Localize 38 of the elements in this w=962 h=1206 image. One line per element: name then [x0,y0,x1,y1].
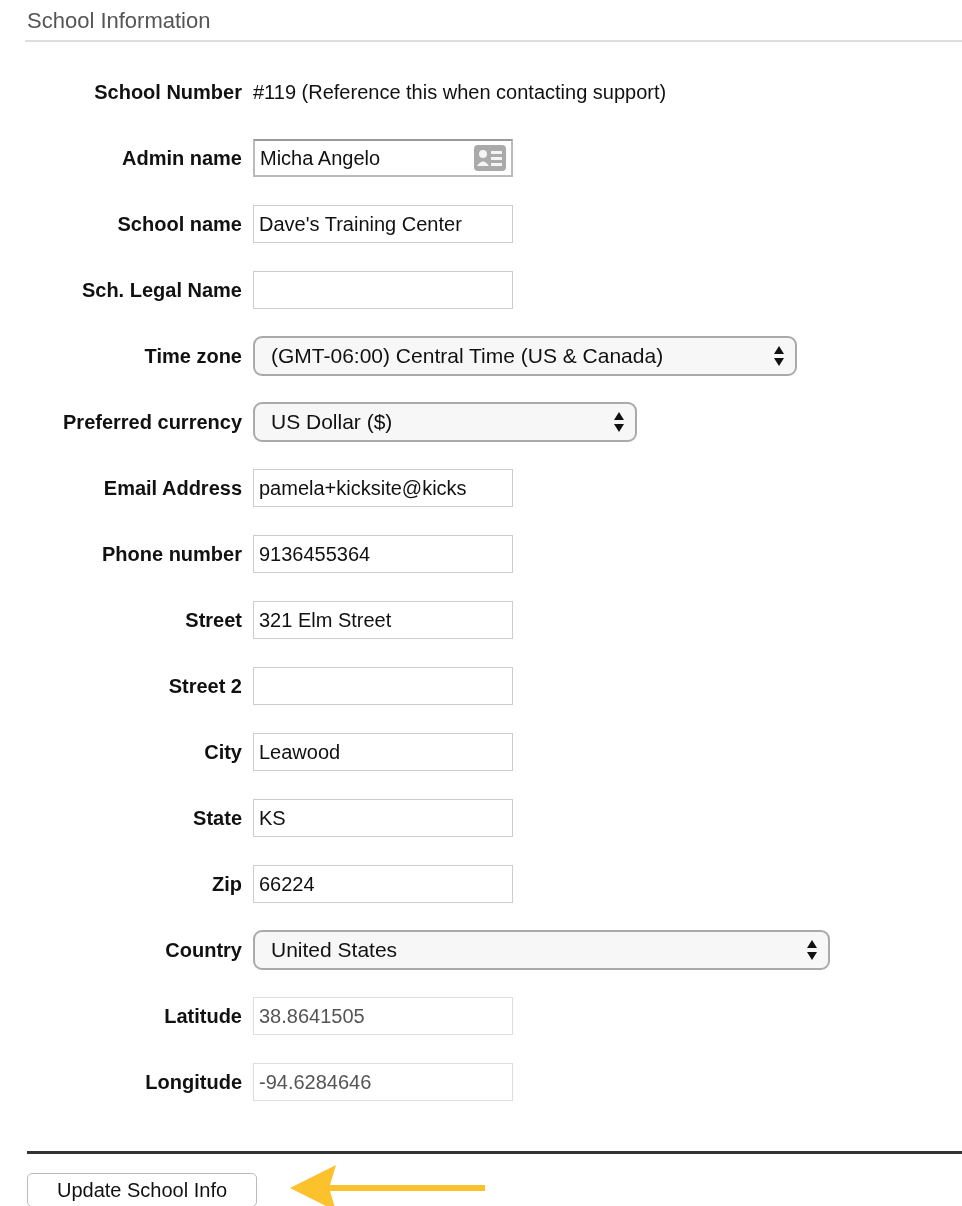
field-label: State [193,806,242,830]
field-label: Admin name [121,146,242,170]
field-label: Email Address [103,476,242,500]
update-button[interactable]: Update School Info [27,1173,257,1206]
input-field[interactable]: Micha Angelo [253,139,513,177]
input-field[interactable]: 66224 [253,865,513,903]
field-label: Time zone [144,344,242,368]
contact-card-icon[interactable] [474,145,506,171]
input-field[interactable]: 321 Elm Street [253,601,513,639]
field-label: Longitude [145,1070,242,1094]
section-title: School Information [27,8,211,33]
field-label: School name [117,212,242,236]
dropdown[interactable]: (GMT-06:00) Central Time (US & Canada) [253,336,797,376]
school-number-text: #119 (Reference this when contacting support) [253,80,668,104]
field-label: School Number [94,80,242,104]
input-field[interactable]: Leawood [253,733,513,771]
field-label: Sch. Legal Name [81,278,242,302]
field-label: Zip [212,872,242,896]
dropdown[interactable]: United States [253,930,830,970]
field-label: City [204,740,242,764]
updown-caret-icon [773,345,785,367]
input-field[interactable]: 9136455364 [253,535,513,573]
field-label: Latitude [164,1004,242,1028]
field-label: Preferred currency [63,410,242,434]
updown-caret-icon [806,939,818,961]
input-field[interactable]: Dave's Training Center [253,205,513,243]
dropdown[interactable]: US Dollar ($) [253,402,637,442]
updown-caret-icon [613,411,625,433]
input-field[interactable] [253,667,513,705]
input-field[interactable] [253,271,513,309]
input-field[interactable]: KS [253,799,513,837]
input-field[interactable]: -94.6284646 [253,1063,513,1101]
field-label: Country [165,938,242,962]
input-field[interactable]: pamela+kicksite@kicks [253,469,513,507]
field-label: Phone number [102,542,242,566]
field-label: Street [185,608,242,632]
input-field[interactable]: 38.8641505 [253,997,513,1035]
field-label: Street 2 [168,674,242,698]
